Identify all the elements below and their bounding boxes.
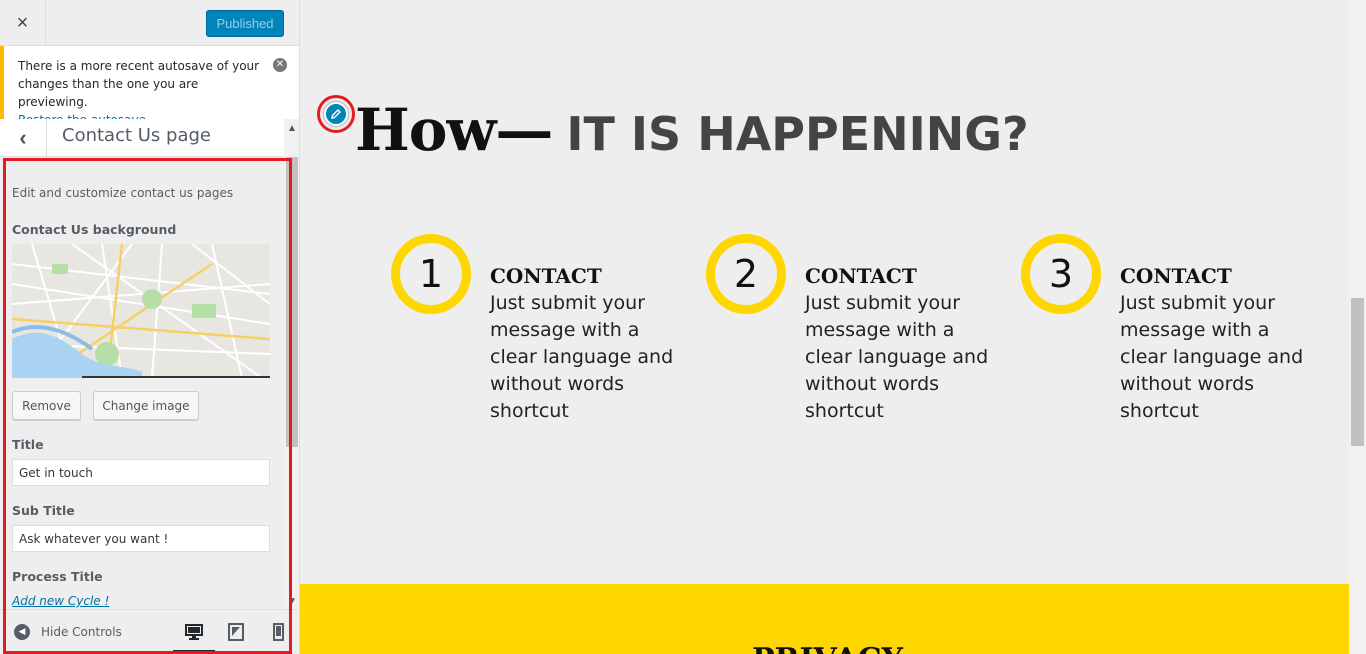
change-image-button[interactable]: Change image (93, 391, 199, 420)
background-label: Contact Us background (12, 222, 177, 237)
map-graphic (12, 244, 270, 378)
section-description: Edit and customize contact us pages (12, 186, 234, 200)
section-title-bar: ‹ Contact Us page (0, 119, 284, 157)
hide-controls-label: Hide Controls (41, 625, 122, 639)
scroll-thumb[interactable] (286, 157, 298, 447)
sidebar-header: × Published (0, 0, 299, 46)
title-label: Title (12, 437, 44, 452)
step-title: CONTACT (805, 264, 917, 288)
site-preview: How— IT IS HAPPENING? 1 CONTACT Just sub… (300, 0, 1366, 654)
section-headline: How— IT IS HAPPENING? (355, 96, 1029, 164)
step-title: CONTACT (1120, 264, 1232, 288)
step-title: CONTACT (490, 264, 602, 288)
process-step: 1 CONTACT Just submit your message with … (391, 234, 691, 434)
privacy-title: PRIVACY (752, 642, 903, 654)
step-text: Just submit your message with a clear la… (1120, 292, 1304, 422)
autosave-notice: There is a more recent autosave of your … (0, 46, 299, 127)
chevron-left-icon: ‹ (19, 125, 27, 150)
process-title-label: Process Title (12, 569, 103, 584)
close-button[interactable]: × (0, 0, 46, 46)
subtitle-field[interactable] (12, 525, 270, 552)
step-number: 3 (1021, 234, 1101, 314)
sidebar-scrollbar[interactable]: ▲ ▼ (284, 119, 299, 609)
process-step: 3 CONTACT Just submit your message with … (1021, 234, 1321, 434)
preview-scrollbar[interactable] (1349, 0, 1366, 654)
step-number: 1 (391, 234, 471, 314)
process-step: 2 CONTACT Just submit your message with … (706, 234, 1006, 434)
edit-shortcut-button[interactable] (317, 95, 355, 133)
section-controls: Edit and customize contact us pages Cont… (0, 157, 284, 609)
add-cycle-link[interactable]: Add new Cycle ! (12, 594, 109, 608)
preview-scroll-thumb[interactable] (1351, 298, 1364, 446)
title-field[interactable] (12, 459, 270, 486)
remove-image-button[interactable]: Remove (12, 391, 81, 420)
section-title: Contact Us page (62, 125, 211, 146)
background-map-image (12, 244, 270, 378)
active-device-indicator (173, 650, 215, 653)
desktop-icon[interactable] (185, 623, 203, 641)
pencil-icon (324, 102, 348, 126)
tablet-icon[interactable] (227, 623, 245, 641)
collapse-icon: ◀ (14, 624, 30, 640)
subtitle-label: Sub Title (12, 503, 75, 518)
customizer-sidebar: × Published There is a more recent autos… (0, 0, 300, 654)
map-underline (82, 376, 270, 378)
step-text: Just submit your message with a clear la… (805, 292, 989, 422)
step-number: 2 (706, 234, 786, 314)
scroll-up-icon[interactable]: ▲ (284, 123, 299, 134)
hide-controls-button[interactable]: ◀ Hide Controls (14, 624, 122, 640)
publish-button[interactable]: Published (206, 10, 284, 37)
sidebar-footer: ◀ Hide Controls (0, 609, 299, 654)
close-icon: × (16, 11, 29, 34)
step-text: Just submit your message with a clear la… (490, 292, 674, 422)
scroll-down-icon[interactable]: ▼ (284, 596, 299, 607)
headline-rest: IT IS HAPPENING? (566, 107, 1029, 161)
privacy-section: PRIVACY (300, 584, 1349, 654)
notice-text: There is a more recent autosave of your … (18, 59, 260, 109)
headline-how: How— (355, 96, 553, 164)
dismiss-icon[interactable]: ✕ (273, 58, 287, 72)
back-button[interactable]: ‹ (0, 119, 47, 157)
mobile-icon[interactable] (269, 623, 287, 641)
